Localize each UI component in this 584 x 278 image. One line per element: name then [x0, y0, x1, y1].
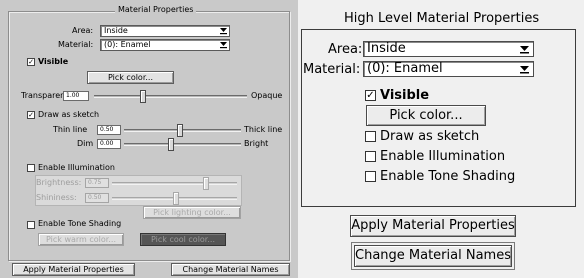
draw-sketch-checkbox[interactable]: ✓	[27, 111, 35, 119]
chevron-down-icon	[220, 42, 227, 49]
shininess-label: Shininess:	[36, 193, 77, 202]
material-label: Material:	[303, 62, 361, 77]
enable-tone-shading-checkbox[interactable]	[27, 221, 35, 229]
pick-color-button[interactable]: Pick color...	[87, 71, 174, 84]
illum-brightness-thumb[interactable]	[203, 177, 209, 190]
opacity-slider-track[interactable]	[94, 95, 247, 98]
material-label: Material:	[58, 40, 94, 49]
draw-sketch-label: Draw as sketch	[380, 129, 480, 144]
pick-lighting-color-button[interactable]: Pick lighting color...	[143, 206, 241, 219]
panel-title: Material Properties	[115, 5, 197, 15]
visible-label: Visible	[380, 88, 430, 103]
enable-illumination-checkbox[interactable]	[27, 164, 35, 172]
pick-warm-color-button[interactable]: Pick warm color...	[38, 233, 124, 246]
illum-brightness-label: Brightness:	[36, 178, 82, 187]
checkmark-icon: ✓	[28, 111, 34, 119]
thick-line-label: Thick line	[244, 125, 283, 134]
opacity-value-field[interactable]: 1.00	[63, 91, 89, 101]
area-label: Area:	[72, 26, 94, 35]
thin-line-label: Thin line	[53, 125, 88, 134]
material-select-value: (0): Enamel	[104, 40, 151, 49]
change-material-names-button[interactable]: Change Material Names	[351, 242, 515, 270]
area-select[interactable]: Inside	[100, 25, 230, 37]
area-select[interactable]: Inside	[363, 41, 534, 57]
shininess-field[interactable]: 0.50	[85, 193, 109, 203]
material-properties-panel: Material Properties Area: Inside Materia…	[0, 0, 298, 278]
visible-label: Visible	[38, 57, 69, 66]
brightness-value-field[interactable]: 0.00	[97, 139, 121, 149]
area-select-value: Inside	[367, 41, 406, 56]
high-level-material-properties-panel: High Level Material Properties Area: Ins…	[298, 0, 584, 278]
brightness-slider-thumb[interactable]	[168, 138, 174, 151]
illum-brightness-field[interactable]: 0.75	[85, 178, 109, 188]
panel-title: High Level Material Properties	[344, 11, 540, 26]
draw-sketch-label: Draw as sketch	[38, 110, 100, 119]
enable-tone-shading-label: Enable Tone Shading	[380, 169, 516, 184]
area-select-value: Inside	[104, 26, 128, 35]
opacity-slider-thumb[interactable]	[140, 90, 146, 103]
bright-label: Bright	[244, 139, 269, 148]
opaque-label: Opaque	[251, 91, 283, 100]
illum-brightness-track[interactable]	[112, 182, 237, 185]
transparent-label: Transparent	[21, 91, 69, 100]
enable-tone-shading-checkbox[interactable]	[365, 171, 376, 182]
area-label: Area:	[328, 42, 363, 57]
chevron-down-icon	[520, 66, 529, 74]
chevron-down-icon	[220, 28, 227, 35]
dim-label: Dim	[77, 139, 94, 148]
pick-cool-color-button[interactable]: Pick cool color...	[140, 233, 226, 246]
enable-illumination-checkbox[interactable]	[365, 151, 376, 162]
checkmark-icon: ✓	[28, 58, 34, 66]
apply-material-properties-button[interactable]: Apply Material Properties	[12, 263, 135, 276]
brightness-slider-track[interactable]	[124, 143, 241, 146]
apply-material-properties-button[interactable]: Apply Material Properties	[350, 215, 516, 237]
enable-tone-shading-label: Enable Tone Shading	[38, 219, 122, 228]
checkmark-icon: ✓	[366, 90, 375, 101]
line-value-field[interactable]: 0.50	[97, 125, 121, 135]
pick-color-button[interactable]: Pick color...	[366, 105, 486, 126]
chevron-down-icon	[520, 46, 529, 54]
material-select[interactable]: (0): Enamel	[100, 39, 230, 51]
draw-sketch-checkbox[interactable]	[365, 131, 376, 142]
enable-illumination-label: Enable Illumination	[380, 149, 506, 164]
change-material-names-button[interactable]: Change Material Names	[171, 263, 290, 276]
shininess-thumb[interactable]	[173, 192, 179, 205]
enable-illumination-label: Enable Illumination	[38, 163, 115, 172]
line-slider-thumb[interactable]	[177, 124, 183, 137]
material-select-value: (0): Enamel	[367, 61, 443, 76]
visible-checkbox[interactable]: ✓	[27, 58, 35, 66]
visible-checkbox[interactable]: ✓	[365, 90, 376, 101]
material-select[interactable]: (0): Enamel	[363, 61, 534, 77]
